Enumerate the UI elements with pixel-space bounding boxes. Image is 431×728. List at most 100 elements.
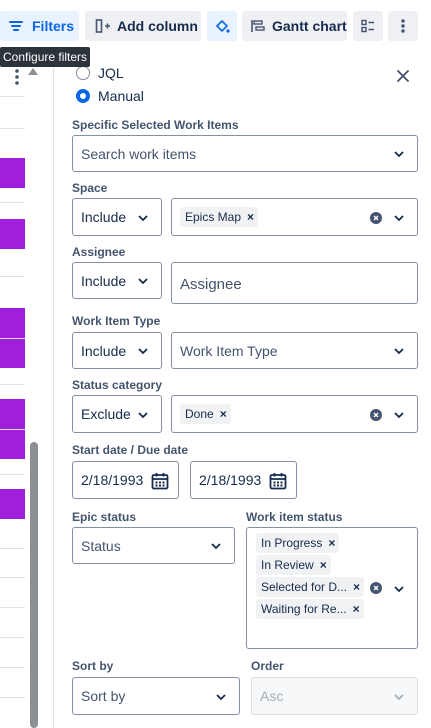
add-column-button[interactable]: Add column [85, 11, 201, 41]
epic-status-select[interactable]: Status [72, 527, 235, 564]
calendar-icon[interactable] [269, 472, 287, 490]
filters-button[interactable]: Filters [0, 11, 79, 41]
chevron-down-icon [211, 543, 221, 550]
work-item-type-placeholder: Work Item Type [180, 342, 278, 359]
specific-items-label: Specific Selected Work Items [72, 118, 239, 132]
start-date-input[interactable]: 2/18/1993 [72, 461, 179, 499]
row-divider [0, 202, 25, 203]
row-divider [0, 697, 25, 698]
assignee-placeholder: Assignee [180, 275, 242, 293]
paint-bucket-icon [215, 19, 230, 33]
epic-status-placeholder: Status [81, 537, 121, 554]
work-item-status-tag: Selected for D... × [256, 577, 365, 597]
remove-tag-icon[interactable]: × [220, 407, 227, 421]
mode-manual-option[interactable]: Manual [76, 88, 144, 104]
row-divider [0, 384, 25, 385]
work-item-type-label: Work Item Type [72, 314, 161, 328]
view-settings-button[interactable] [353, 11, 383, 41]
status-category-operator-select[interactable]: Exclude [72, 395, 162, 433]
scroll-up-arrow-icon[interactable] [27, 66, 39, 76]
timeline-bar[interactable] [0, 158, 25, 188]
remove-tag-icon[interactable]: × [328, 536, 335, 550]
work-item-type-operator-select[interactable]: Include [72, 332, 162, 369]
manual-radio[interactable] [76, 89, 90, 103]
sort-by-placeholder: Sort by [81, 688, 126, 704]
chevron-down-icon [138, 278, 148, 285]
clear-selection-icon[interactable] [370, 409, 382, 421]
chevron-down-icon [394, 586, 404, 593]
assignee-operator-select[interactable]: Include [72, 262, 162, 299]
row-divider [0, 276, 25, 277]
start-date-value: 2/18/1993 [81, 472, 144, 488]
epic-status-label: Epic status [72, 510, 137, 524]
row-divider [0, 548, 25, 549]
remove-tag-icon[interactable]: × [320, 558, 327, 572]
space-operator-value: Include [81, 209, 127, 225]
chevron-down-icon [394, 215, 404, 222]
order-select[interactable]: Asc [251, 677, 418, 715]
work-item-status-tag: In Progress × [256, 533, 340, 553]
gantt-chart-label: Gantt chart [272, 18, 347, 34]
more-vertical-icon[interactable] [12, 68, 22, 86]
chevron-down-icon [216, 694, 226, 701]
gantt-chart-button[interactable]: Gantt chart [242, 11, 347, 41]
calendar-icon[interactable] [151, 472, 169, 490]
gantt-chart-icon [251, 20, 265, 32]
row-divider [0, 474, 25, 475]
scrollbar-thumb[interactable] [30, 442, 38, 728]
add-column-icon [95, 19, 110, 33]
row-divider [0, 429, 25, 430]
due-date-value: 2/18/1993 [199, 472, 262, 488]
status-category-tag-list: Done × [172, 404, 231, 424]
assignee-operator-value: Include [81, 272, 127, 289]
configure-filters-tooltip: Configure filters [0, 47, 91, 67]
chevron-down-icon [138, 215, 148, 222]
paint-fill-button[interactable] [207, 11, 237, 41]
space-label: Space [72, 181, 108, 195]
row-divider [0, 607, 25, 608]
work-item-status-select[interactable]: In Progress × In Review × Selected for D… [246, 527, 418, 649]
status-category-label: Status category [72, 378, 163, 392]
assignee-input[interactable]: Assignee [171, 262, 418, 304]
filters-label: Filters [32, 18, 75, 34]
more-options-button[interactable] [388, 11, 418, 41]
space-tag-list: Epics Map × [172, 207, 259, 227]
order-value: Asc [260, 688, 284, 704]
row-divider [0, 667, 25, 668]
status-category-value-select[interactable]: Done × [171, 395, 418, 433]
clear-selection-icon[interactable] [370, 582, 382, 594]
work-item-status-tag: Waiting for Re... × [256, 599, 364, 619]
clear-selection-icon[interactable] [370, 212, 382, 224]
specific-items-select[interactable]: Search work items [72, 135, 418, 172]
row-divider [0, 338, 25, 339]
work-item-status-tag-text: Selected for D... [261, 580, 348, 594]
remove-tag-icon[interactable]: × [353, 602, 360, 616]
work-item-status-label: Work item status [246, 510, 343, 524]
space-operator-select[interactable]: Include [72, 198, 162, 236]
jql-radio[interactable] [76, 66, 90, 80]
sort-by-select[interactable]: Sort by [72, 677, 240, 715]
chevron-down-icon [138, 412, 148, 419]
timeline-bar[interactable] [0, 489, 25, 519]
jql-label: JQL [98, 65, 124, 81]
filter-icon [9, 21, 23, 31]
space-value-select[interactable]: Epics Map × [171, 198, 418, 236]
order-label: Order [251, 659, 284, 673]
timeline-bar[interactable] [0, 219, 25, 249]
chevron-down-icon [138, 348, 148, 355]
work-item-type-select[interactable]: Work Item Type [171, 332, 418, 369]
close-icon[interactable] [395, 68, 411, 84]
row-divider [0, 128, 25, 129]
remove-tag-icon[interactable]: × [353, 580, 360, 594]
remove-tag-icon[interactable]: × [247, 210, 254, 224]
status-category-tag: Done × [180, 404, 231, 424]
due-date-input[interactable]: 2/18/1993 [190, 461, 297, 499]
list-settings-icon [361, 19, 374, 33]
dates-label: Start date / Due date [72, 443, 189, 457]
chevron-down-icon [394, 694, 404, 701]
app-root: Filters Add column Gantt chart Configure… [0, 0, 431, 728]
work-item-status-tag-text: Waiting for Re... [261, 602, 347, 616]
mode-jql-option[interactable]: JQL [76, 65, 124, 81]
manual-label: Manual [98, 88, 144, 104]
chevron-down-icon [394, 151, 404, 158]
